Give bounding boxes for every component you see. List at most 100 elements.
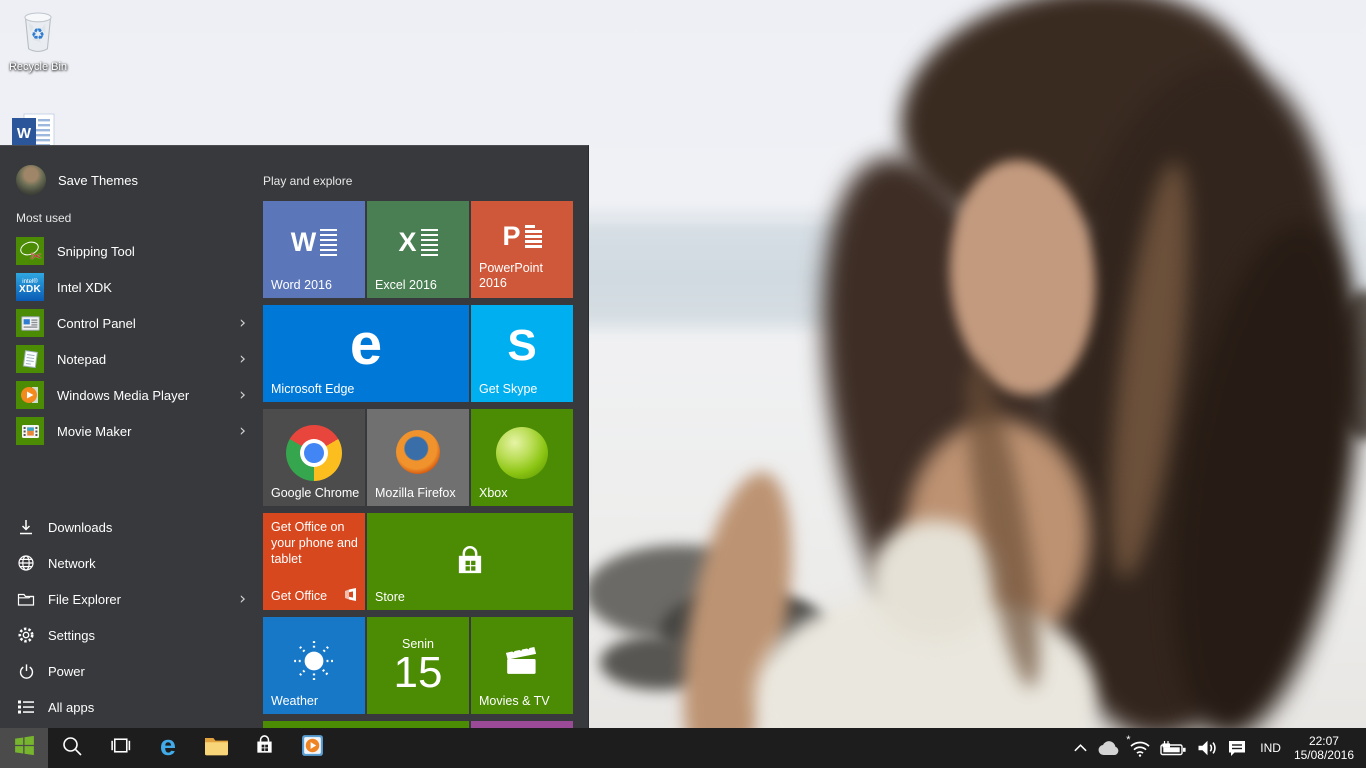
system-tray: * IND 22:07 15/08/2016	[1073, 728, 1366, 768]
menu-item-label: Power	[48, 663, 85, 679]
tile-label: Google Chrome	[271, 486, 360, 500]
menu-item-control-panel[interactable]: Control Panel ›	[16, 305, 248, 341]
tile-google-chrome[interactable]: Google Chrome	[263, 409, 365, 506]
desktop: ♻ Recycle Bin W Save Themes Most used ✂	[0, 0, 1366, 768]
office-logo-icon	[345, 588, 357, 604]
start-button[interactable]	[0, 728, 48, 768]
get-office-action-label: Get Office	[271, 589, 328, 603]
tile-label: Microsoft Edge	[271, 382, 355, 396]
menu-item-windows-media-player[interactable]: Windows Media Player ›	[16, 377, 248, 413]
menu-item-all-apps[interactable]: All apps	[16, 689, 248, 725]
menu-item-movie-maker[interactable]: Movie Maker ›	[16, 413, 248, 449]
menu-item-snipping-tool[interactable]: ✂ Snipping Tool	[16, 233, 248, 269]
menu-item-power[interactable]: Power	[16, 653, 248, 689]
intel-xdk-icon: intel® XDK	[16, 273, 44, 301]
notepad-icon	[16, 345, 44, 373]
tile-grid: W Word 2016 X Excel 2016 P PowerPoint 20…	[263, 201, 573, 728]
tile-mozilla-firefox[interactable]: Mozilla Firefox	[367, 409, 469, 506]
tile-weather[interactable]: Weather	[263, 617, 365, 714]
action-center-icon[interactable]	[1227, 739, 1247, 758]
volume-icon[interactable]	[1196, 739, 1218, 757]
store-icon	[251, 732, 278, 764]
menu-item-label: Downloads	[48, 519, 113, 535]
recycle-bin-label: Recycle Bin	[8, 61, 68, 73]
power-icon	[16, 663, 36, 680]
search-icon	[61, 735, 83, 762]
most-used-list: ✂ Snipping Tool intel® XDK Intel XDK Cont…	[16, 233, 256, 449]
store-taskbar-button[interactable]	[240, 728, 288, 768]
menu-item-network[interactable]: Network	[16, 545, 248, 581]
submenu-chevron-icon: ›	[239, 312, 246, 333]
tile-get-office[interactable]: Get Office on your phone and tablet Get …	[263, 513, 365, 610]
svg-text:♻: ♻	[31, 24, 45, 43]
menu-item-label: Notepad	[57, 351, 107, 367]
svg-text:W: W	[17, 125, 32, 142]
all-apps-icon	[16, 699, 36, 715]
menu-item-label: Settings	[48, 627, 95, 643]
tile-partial-purple[interactable]	[471, 721, 573, 728]
menu-item-label: File Explorer	[48, 591, 121, 607]
recycle-bin-icon: ♻	[17, 8, 59, 59]
tray-chevron-up-icon[interactable]	[1073, 743, 1088, 753]
network-icon	[16, 554, 36, 572]
menu-item-label: Snipping Tool	[57, 243, 135, 259]
tile-powerpoint-2016[interactable]: P PowerPoint 2016	[471, 201, 573, 298]
menu-item-label: Network	[48, 555, 96, 571]
tile-partial-green[interactable]	[263, 721, 469, 728]
snipping-tool-icon: ✂	[16, 237, 44, 265]
tile-calendar[interactable]: Senin 15	[367, 617, 469, 714]
clock-date: 15/08/2016	[1293, 748, 1354, 762]
tile-label: Xbox	[479, 486, 508, 500]
submenu-chevron-icon: ›	[239, 384, 246, 405]
windows-media-player-icon	[300, 733, 325, 763]
menu-item-label: Windows Media Player	[57, 387, 190, 403]
taskbar: e * IND 22:07 15/08/2016	[0, 728, 1366, 768]
folder-icon	[16, 591, 36, 607]
menu-item-downloads[interactable]: Downloads	[16, 509, 248, 545]
tile-store[interactable]: Store	[367, 513, 573, 610]
tile-excel-2016[interactable]: X Excel 2016	[367, 201, 469, 298]
menu-item-label: Control Panel	[57, 315, 136, 331]
tile-word-2016[interactable]: W Word 2016	[263, 201, 365, 298]
tile-label: Word 2016	[271, 278, 332, 292]
edge-taskbar-button[interactable]: e	[144, 728, 192, 768]
tile-label: Mozilla Firefox	[375, 486, 456, 500]
tile-xbox[interactable]: Xbox	[471, 409, 573, 506]
menu-item-settings[interactable]: Settings	[16, 617, 248, 653]
folder-icon	[204, 735, 229, 761]
menu-item-notepad[interactable]: Notepad ›	[16, 341, 248, 377]
most-used-header: Most used	[16, 211, 72, 225]
clock[interactable]: 22:07 15/08/2016	[1294, 734, 1356, 762]
start-menu: Save Themes Most used ✂ Snipping Tool in…	[0, 145, 589, 728]
submenu-chevron-icon: ›	[239, 588, 246, 609]
tile-label: PowerPoint 2016	[479, 261, 543, 290]
control-panel-icon	[16, 309, 44, 337]
gear-icon	[16, 626, 36, 644]
task-view-button[interactable]	[96, 728, 144, 768]
movie-maker-icon	[16, 417, 44, 445]
recycle-bin-desktop-icon[interactable]: ♻ Recycle Bin	[0, 8, 76, 73]
onedrive-cloud-icon[interactable]	[1097, 740, 1120, 756]
menu-item-file-explorer[interactable]: File Explorer ›	[16, 581, 248, 617]
tile-get-skype[interactable]: S Get Skype	[471, 305, 573, 402]
windows-logo-icon	[12, 733, 37, 763]
tile-label: Store	[375, 590, 405, 604]
file-explorer-taskbar-button[interactable]	[192, 728, 240, 768]
windows-media-player-taskbar-button[interactable]	[288, 728, 336, 768]
tile-microsoft-edge[interactable]: e Microsoft Edge	[263, 305, 469, 402]
submenu-chevron-icon: ›	[239, 420, 246, 441]
user-name: Save Themes	[58, 172, 138, 188]
tile-movies-tv[interactable]: Movies & TV	[471, 617, 573, 714]
menu-item-intel-xdk[interactable]: intel® XDK Intel XDK	[16, 269, 248, 305]
user-avatar	[16, 165, 46, 195]
start-menu-left-pane: Save Themes Most used ✂ Snipping Tool in…	[0, 146, 256, 728]
user-profile-button[interactable]: Save Themes	[16, 162, 256, 198]
wifi-icon[interactable]: *	[1126, 734, 1151, 758]
battery-charging-icon[interactable]	[1160, 740, 1187, 756]
windows-media-player-icon	[16, 381, 44, 409]
search-button[interactable]	[48, 728, 96, 768]
calendar-date-number: 15	[393, 648, 443, 697]
clock-time: 22:07	[1308, 734, 1339, 748]
tile-label: Weather	[271, 694, 319, 708]
language-indicator[interactable]: IND	[1256, 741, 1285, 755]
